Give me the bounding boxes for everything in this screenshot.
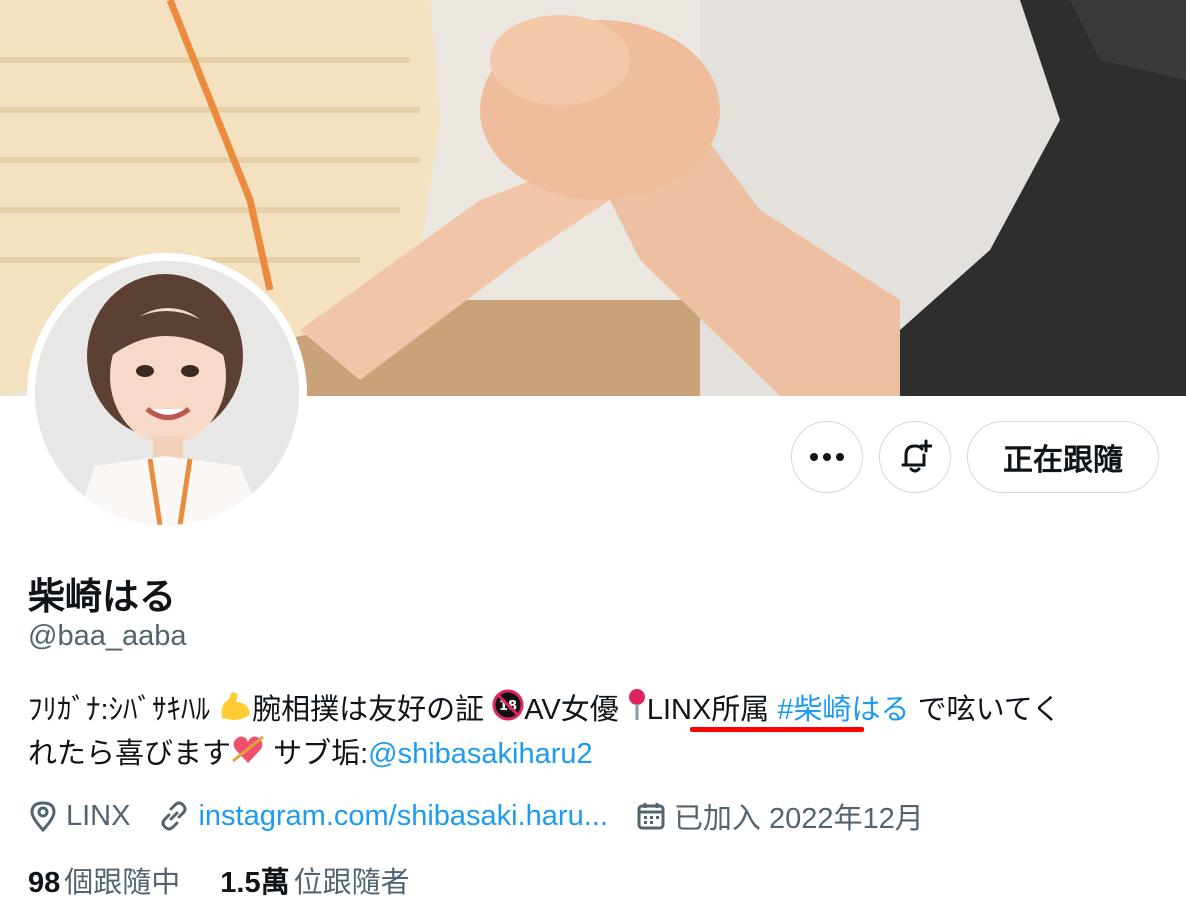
bio-text-armwrestling: 腕相撲は友好の証 bbox=[252, 694, 485, 727]
bio-text-occupation: AV女優 bbox=[524, 694, 619, 727]
flexed-biceps-icon bbox=[218, 688, 252, 735]
location-text: LINX bbox=[66, 799, 131, 832]
followers-stat[interactable]: 1.5萬 位跟隨者 bbox=[220, 859, 409, 901]
joined-item: 已加入 2022年12月 bbox=[636, 795, 924, 837]
following-label: 個跟隨中 bbox=[64, 867, 181, 899]
followers-label: 位跟隨者 bbox=[293, 867, 410, 899]
user-handle: @baa_aaba bbox=[28, 620, 187, 652]
more-button[interactable] bbox=[791, 421, 863, 493]
heart-with-arrow-icon bbox=[231, 733, 265, 778]
following-button-label: 正在跟隨 bbox=[1003, 444, 1123, 477]
followers-count: 1.5萬 bbox=[220, 867, 290, 899]
bio-hashtag-link[interactable]: #柴崎はる bbox=[777, 694, 909, 726]
bio-text-sub-account: サブ垢: bbox=[273, 738, 369, 770]
profile-avatar[interactable] bbox=[27, 253, 307, 533]
calendar-icon bbox=[637, 803, 665, 830]
no-under-18-icon: 18 bbox=[492, 689, 524, 734]
round-pushpin-icon bbox=[627, 688, 647, 735]
joined-date-text: 已加入 2022年12月 bbox=[673, 803, 924, 835]
bio-text-happy: れたら喜びます bbox=[28, 738, 232, 770]
avatar-image bbox=[35, 261, 299, 525]
bio-text-agency: LINX所属 bbox=[646, 694, 770, 727]
link-icon bbox=[161, 801, 187, 831]
more-horizontal-icon bbox=[810, 453, 844, 461]
following-count: 98 bbox=[28, 867, 61, 899]
bio-furigana: ﾌﾘｶﾞﾅ:ｼﾊﾞｻｷﾊﾙ bbox=[28, 694, 211, 727]
annotation-underline bbox=[690, 727, 864, 732]
profile-meta: LINX instagram.com/shibasaki.haru... 已加入… bbox=[28, 794, 952, 838]
display-name: 柴崎はる bbox=[28, 576, 176, 617]
bio-mention-link[interactable]: @shibasakiharu2 bbox=[368, 738, 593, 770]
bio-text-tweet-prompt: で呟いてく bbox=[917, 694, 1061, 727]
location-pin-icon bbox=[30, 801, 56, 832]
website-link[interactable]: instagram.com/shibasaki.haru... bbox=[198, 800, 607, 833]
profile-bio: ﾌﾘｶﾞﾅ:ｼﾊﾞｻｷﾊﾙ 腕相撲は友好の証 18 AV女優 LINX所属 #柴… bbox=[28, 688, 1168, 776]
bell-plus-icon bbox=[901, 439, 932, 473]
website-item[interactable]: instagram.com/shibasaki.haru... bbox=[158, 800, 608, 833]
following-stat[interactable]: 98 個跟隨中 bbox=[28, 859, 180, 901]
profile-stats: 98 個跟隨中 1.5萬 位跟隨者 bbox=[28, 860, 450, 900]
following-button[interactable]: 正在跟隨 bbox=[967, 421, 1159, 493]
notify-button[interactable] bbox=[879, 421, 951, 493]
location-item: LINX bbox=[28, 800, 130, 833]
